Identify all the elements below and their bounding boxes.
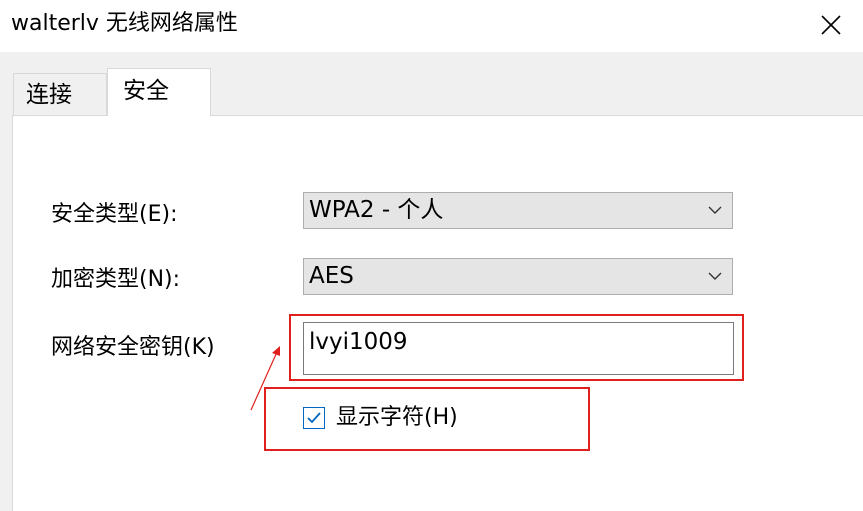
window-title: walterlv 无线网络属性 xyxy=(11,11,238,36)
security-type-value: WPA2 - 个人 xyxy=(309,197,444,223)
tab-security-label: 安全 xyxy=(123,78,169,104)
close-button[interactable] xyxy=(799,0,863,50)
encryption-type-label: 加密类型(N): xyxy=(51,267,181,292)
tab-security[interactable]: 安全 xyxy=(107,68,211,116)
security-type-select[interactable]: WPA2 - 个人 xyxy=(303,192,733,229)
tab-connection-label: 连接 xyxy=(26,82,72,108)
security-tab-panel xyxy=(12,115,863,511)
show-characters-checkbox[interactable] xyxy=(303,407,325,429)
encryption-type-value: AES xyxy=(309,263,354,289)
title-bar: walterlv 无线网络属性 xyxy=(0,0,863,52)
chevron-down-icon xyxy=(708,206,722,214)
chevron-down-icon xyxy=(708,272,722,280)
checkmark-icon xyxy=(307,412,321,424)
properties-dialog: walterlv 无线网络属性 连接 安全 安全类型(E): WPA2 - 个人… xyxy=(0,0,863,511)
network-key-input[interactable]: lvyi1009 xyxy=(303,322,734,375)
close-icon xyxy=(821,15,841,35)
show-characters-label: 显示字符(H) xyxy=(336,405,458,430)
network-key-value: lvyi1009 xyxy=(309,329,408,355)
tab-connection[interactable]: 连接 xyxy=(13,73,107,115)
network-key-label: 网络安全密钥(K) xyxy=(51,335,215,360)
security-type-label: 安全类型(E): xyxy=(51,202,178,227)
encryption-type-select[interactable]: AES xyxy=(303,258,733,295)
show-characters-row[interactable]: 显示字符(H) xyxy=(303,404,458,432)
